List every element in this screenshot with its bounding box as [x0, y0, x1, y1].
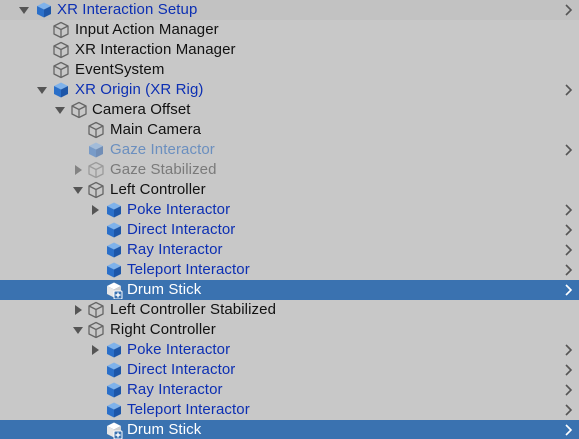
prefab-cube-icon — [107, 402, 121, 418]
hierarchy-row-right-controller[interactable]: Right Controller — [0, 320, 579, 340]
row-label: Drum Stick — [127, 421, 202, 438]
row-label: Direct Interactor — [127, 221, 236, 238]
hierarchy-row-main-camera[interactable]: Main Camera — [0, 120, 579, 140]
gameobject-cube-outline-icon — [53, 41, 69, 59]
prefab-cube-plus-icon — [107, 282, 123, 299]
row-label: Right Controller — [110, 321, 216, 338]
chevron-right-icon[interactable] — [563, 340, 575, 360]
chevron-right-icon[interactable] — [563, 220, 575, 240]
row-label: XR Interaction Setup — [57, 1, 198, 18]
gameobject-cube-outline-icon — [88, 181, 104, 199]
hierarchy-row-right-poke-interactor[interactable]: Poke Interactor — [0, 340, 579, 360]
prefab-cube-plus-icon — [107, 422, 123, 439]
prefab-cube-icon — [107, 242, 121, 258]
foldout-expanded-icon[interactable] — [72, 180, 84, 200]
chevron-right-icon[interactable] — [563, 80, 575, 100]
row-label: Gaze Stabilized — [110, 161, 217, 178]
hierarchy-row-left-controller-stabilized[interactable]: Left Controller Stabilized — [0, 300, 579, 320]
chevron-right-icon[interactable] — [563, 200, 575, 220]
prefab-cube-icon — [54, 82, 68, 98]
hierarchy-row-xr-interaction-manager[interactable]: XR Interaction Manager — [0, 40, 579, 60]
row-label: Ray Interactor — [127, 241, 223, 258]
foldout-collapsed-icon[interactable] — [72, 160, 84, 180]
row-label: XR Origin (XR Rig) — [75, 81, 204, 98]
row-label: Camera Offset — [92, 101, 191, 118]
hierarchy-row-gaze-interactor[interactable]: Gaze Interactor — [0, 140, 579, 160]
hierarchy-row-right-drum-stick[interactable]: Drum Stick — [0, 420, 579, 439]
chevron-right-icon[interactable] — [563, 280, 575, 300]
chevron-right-icon[interactable] — [563, 400, 575, 420]
row-label: Left Controller — [110, 181, 206, 198]
hierarchy-row-right-teleport-interactor[interactable]: Teleport Interactor — [0, 400, 579, 420]
prefab-cube-icon — [107, 202, 121, 218]
hierarchy-row-left-controller[interactable]: Left Controller — [0, 180, 579, 200]
row-label: Ray Interactor — [127, 381, 223, 398]
row-label: Poke Interactor — [127, 201, 231, 218]
hierarchy-row-eventsystem[interactable]: EventSystem — [0, 60, 579, 80]
hierarchy-row-left-drum-stick[interactable]: Drum Stick — [0, 280, 579, 300]
row-label: Input Action Manager — [75, 21, 219, 38]
row-label: Gaze Interactor — [110, 141, 215, 158]
prefab-cube-icon — [107, 342, 121, 358]
row-label: Poke Interactor — [127, 341, 231, 358]
hierarchy-row-left-ray-interactor[interactable]: Ray Interactor — [0, 240, 579, 260]
foldout-collapsed-icon[interactable] — [89, 200, 101, 220]
row-label: XR Interaction Manager — [75, 41, 236, 58]
row-label: EventSystem — [75, 61, 165, 78]
prefab-cube-icon — [107, 362, 121, 378]
prefab-cube-icon — [107, 222, 121, 238]
hierarchy-row-camera-offset[interactable]: Camera Offset — [0, 100, 579, 120]
prefab-cube-icon — [107, 382, 121, 398]
hierarchy-row-gaze-stabilized[interactable]: Gaze Stabilized — [0, 160, 579, 180]
foldout-expanded-icon[interactable] — [36, 80, 48, 100]
prefab-cube-icon — [37, 2, 51, 18]
foldout-expanded-icon[interactable] — [54, 100, 66, 120]
gameobject-cube-outline-icon — [88, 161, 104, 179]
chevron-right-icon[interactable] — [563, 0, 575, 20]
hierarchy-row-left-teleport-interactor[interactable]: Teleport Interactor — [0, 260, 579, 280]
chevron-right-icon[interactable] — [563, 240, 575, 260]
row-label: Teleport Interactor — [127, 261, 250, 278]
hierarchy-row-left-direct-interactor[interactable]: Direct Interactor — [0, 220, 579, 240]
gameobject-cube-outline-icon — [88, 321, 104, 339]
chevron-right-icon[interactable] — [563, 420, 575, 439]
hierarchy-row-xr-interaction-setup[interactable]: XR Interaction Setup — [0, 0, 579, 20]
hierarchy-row-right-ray-interactor[interactable]: Ray Interactor — [0, 380, 579, 400]
foldout-expanded-icon[interactable] — [72, 320, 84, 340]
row-label: Teleport Interactor — [127, 401, 250, 418]
hierarchy-row-input-action-manager[interactable]: Input Action Manager — [0, 20, 579, 40]
hierarchy-panel: XR Interaction Setup Input Action Manage… — [0, 0, 579, 439]
hierarchy-row-right-direct-interactor[interactable]: Direct Interactor — [0, 360, 579, 380]
chevron-right-icon[interactable] — [563, 360, 575, 380]
row-label: Main Camera — [110, 121, 202, 138]
gameobject-cube-outline-icon — [53, 61, 69, 79]
gameobject-cube-outline-icon — [71, 101, 87, 119]
foldout-expanded-icon[interactable] — [18, 0, 30, 20]
gameobject-cube-outline-icon — [88, 121, 104, 139]
foldout-collapsed-icon[interactable] — [89, 340, 101, 360]
chevron-right-icon[interactable] — [563, 140, 575, 160]
gameobject-cube-outline-icon — [88, 301, 104, 319]
chevron-right-icon[interactable] — [563, 380, 575, 400]
row-label: Left Controller Stabilized — [110, 301, 277, 318]
hierarchy-row-left-poke-interactor[interactable]: Poke Interactor — [0, 200, 579, 220]
gameobject-cube-outline-icon — [53, 21, 69, 39]
prefab-cube-icon — [89, 142, 103, 158]
row-label: Drum Stick — [127, 281, 202, 298]
chevron-right-icon[interactable] — [563, 260, 575, 280]
hierarchy-row-xr-origin[interactable]: XR Origin (XR Rig) — [0, 80, 579, 100]
prefab-cube-icon — [107, 262, 121, 278]
row-label: Direct Interactor — [127, 361, 236, 378]
foldout-collapsed-icon[interactable] — [72, 300, 84, 320]
